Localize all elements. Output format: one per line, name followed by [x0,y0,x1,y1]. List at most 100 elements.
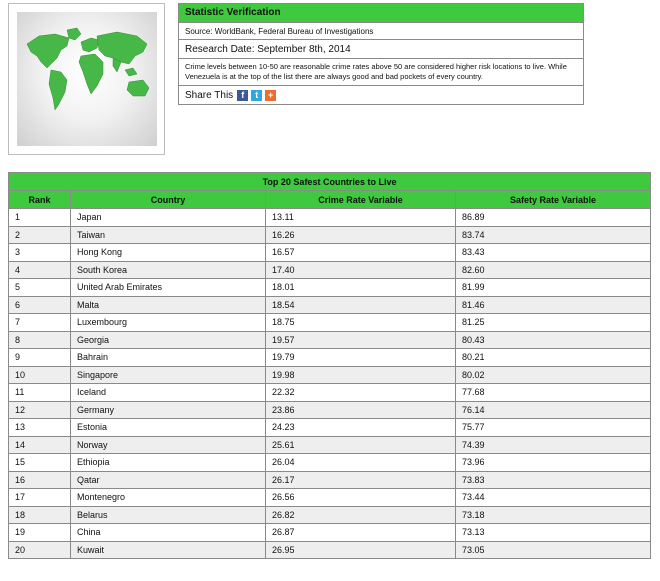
crime-rate-cell: 19.79 [265,348,456,367]
rank-cell: 7 [8,313,71,332]
country-cell: Germany [70,400,266,419]
country-cell: Montenegro [70,488,266,507]
rank-cell: 9 [8,348,71,367]
crime-rate-cell: 19.57 [265,330,456,349]
rank-cell: 12 [8,400,71,419]
table-row: 10 Singapore 19.98 80.02 [8,365,652,384]
table-row: 12 Germany 23.86 76.14 [8,400,652,419]
country-cell: Japan [70,208,266,227]
crime-rate-cell: 26.56 [265,488,456,507]
crime-rate-cell: 26.82 [265,505,456,524]
stat-title: Statistic Verification [179,4,583,23]
rank-cell: 1 [8,208,71,227]
map-background [17,12,157,146]
stat-description: Crime levels between 10-50 are reasonabl… [179,59,583,86]
rank-cell: 8 [8,330,71,349]
crime-rate-cell: 18.75 [265,313,456,332]
rank-cell: 6 [8,295,71,314]
safety-rate-cell: 75.77 [454,418,652,437]
country-cell: Kuwait [70,540,266,559]
crime-rate-cell: 26.87 [265,523,456,542]
safety-rate-cell: 83.74 [454,225,652,244]
table-row: 13 Estonia 24.23 75.77 [8,418,652,437]
table-row: 14 Norway 25.61 74.39 [8,435,652,454]
rank-cell: 4 [8,260,71,279]
map-thumbnail [8,3,165,155]
safety-rate-cell: 73.44 [454,488,652,507]
rank-cell: 20 [8,540,71,559]
table-row: 5 United Arab Emirates 18.01 81.99 [8,278,652,297]
safety-rate-cell: 83.43 [454,243,652,262]
column-header-country: Country [70,190,266,209]
crime-rate-cell: 26.17 [265,470,456,489]
country-cell: Singapore [70,365,266,384]
table-row: 8 Georgia 19.57 80.43 [8,330,652,349]
column-header-crime-rate: Crime Rate Variable [265,190,456,209]
rank-cell: 17 [8,488,71,507]
safety-rate-cell: 81.99 [454,278,652,297]
safety-rate-cell: 80.21 [454,348,652,367]
safety-rate-cell: 77.68 [454,383,652,402]
country-cell: Belarus [70,505,266,524]
table-row: 18 Belarus 26.82 73.18 [8,505,652,524]
country-cell: South Korea [70,260,266,279]
safety-rate-cell: 82.60 [454,260,652,279]
rank-cell: 16 [8,470,71,489]
table-row: 1 Japan 13.11 86.89 [8,208,652,227]
world-map-icon [26,27,150,111]
country-cell: Norway [70,435,266,454]
crime-rate-cell: 18.01 [265,278,456,297]
safety-rate-cell: 81.46 [454,295,652,314]
country-cell: Luxembourg [70,313,266,332]
table-row: 15 Ethiopia 26.04 73.96 [8,453,652,472]
crime-rate-cell: 18.54 [265,295,456,314]
share-label: Share This [185,90,234,101]
rank-cell: 13 [8,418,71,437]
crime-rate-cell: 19.98 [265,365,456,384]
stat-research-date: Research Date: September 8th, 2014 [179,40,583,59]
safety-rate-cell: 86.89 [454,208,652,227]
table-row: 2 Taiwan 16.26 83.74 [8,225,652,244]
country-cell: Bahrain [70,348,266,367]
country-cell: Iceland [70,383,266,402]
safety-rate-cell: 76.14 [454,400,652,419]
country-cell: Qatar [70,470,266,489]
facebook-icon[interactable]: f [237,90,249,101]
table-row: 19 China 26.87 73.13 [8,523,652,542]
safety-rate-cell: 73.18 [454,505,652,524]
table-row: 11 Iceland 22.32 77.68 [8,383,652,402]
country-cell: United Arab Emirates [70,278,266,297]
country-cell: China [70,523,266,542]
safety-rate-cell: 80.02 [454,365,652,384]
safety-rate-cell: 73.05 [454,540,652,559]
table-row: 20 Kuwait 26.95 73.05 [8,540,652,559]
table-row: 7 Luxembourg 18.75 81.25 [8,313,652,332]
rank-cell: 2 [8,225,71,244]
table-row: 4 South Korea 17.40 82.60 [8,260,652,279]
country-cell: Estonia [70,418,266,437]
safety-rate-cell: 74.39 [454,435,652,454]
column-header-safety-rate: Safety Rate Variable [454,190,652,209]
safety-rate-cell: 73.83 [454,470,652,489]
table-title: Top 20 Safest Countries to Live [7,172,652,191]
crime-rate-cell: 26.04 [265,453,456,472]
table-row: 3 Hong Kong 16.57 83.43 [8,243,652,262]
plus-icon[interactable]: + [265,90,277,101]
crime-rate-cell: 16.26 [265,225,456,244]
table-row: 9 Bahrain 19.79 80.21 [8,348,652,367]
rank-cell: 5 [8,278,71,297]
safety-rate-cell: 73.96 [454,453,652,472]
column-header-rank: Rank [8,190,71,209]
country-cell: Ethiopia [70,453,266,472]
crime-rate-cell: 22.32 [265,383,456,402]
twitter-icon[interactable]: t [251,90,263,101]
crime-rate-cell: 25.61 [265,435,456,454]
rank-cell: 14 [8,435,71,454]
safest-countries-table: Top 20 Safest Countries to Live Rank Cou… [7,172,652,559]
country-cell: Malta [70,295,266,314]
safety-rate-cell: 81.25 [454,313,652,332]
table-row: 16 Qatar 26.17 73.83 [8,470,652,489]
statistic-verification-box: Statistic Verification Source: WorldBank… [178,3,584,105]
country-cell: Georgia [70,330,266,349]
crime-rate-cell: 17.40 [265,260,456,279]
